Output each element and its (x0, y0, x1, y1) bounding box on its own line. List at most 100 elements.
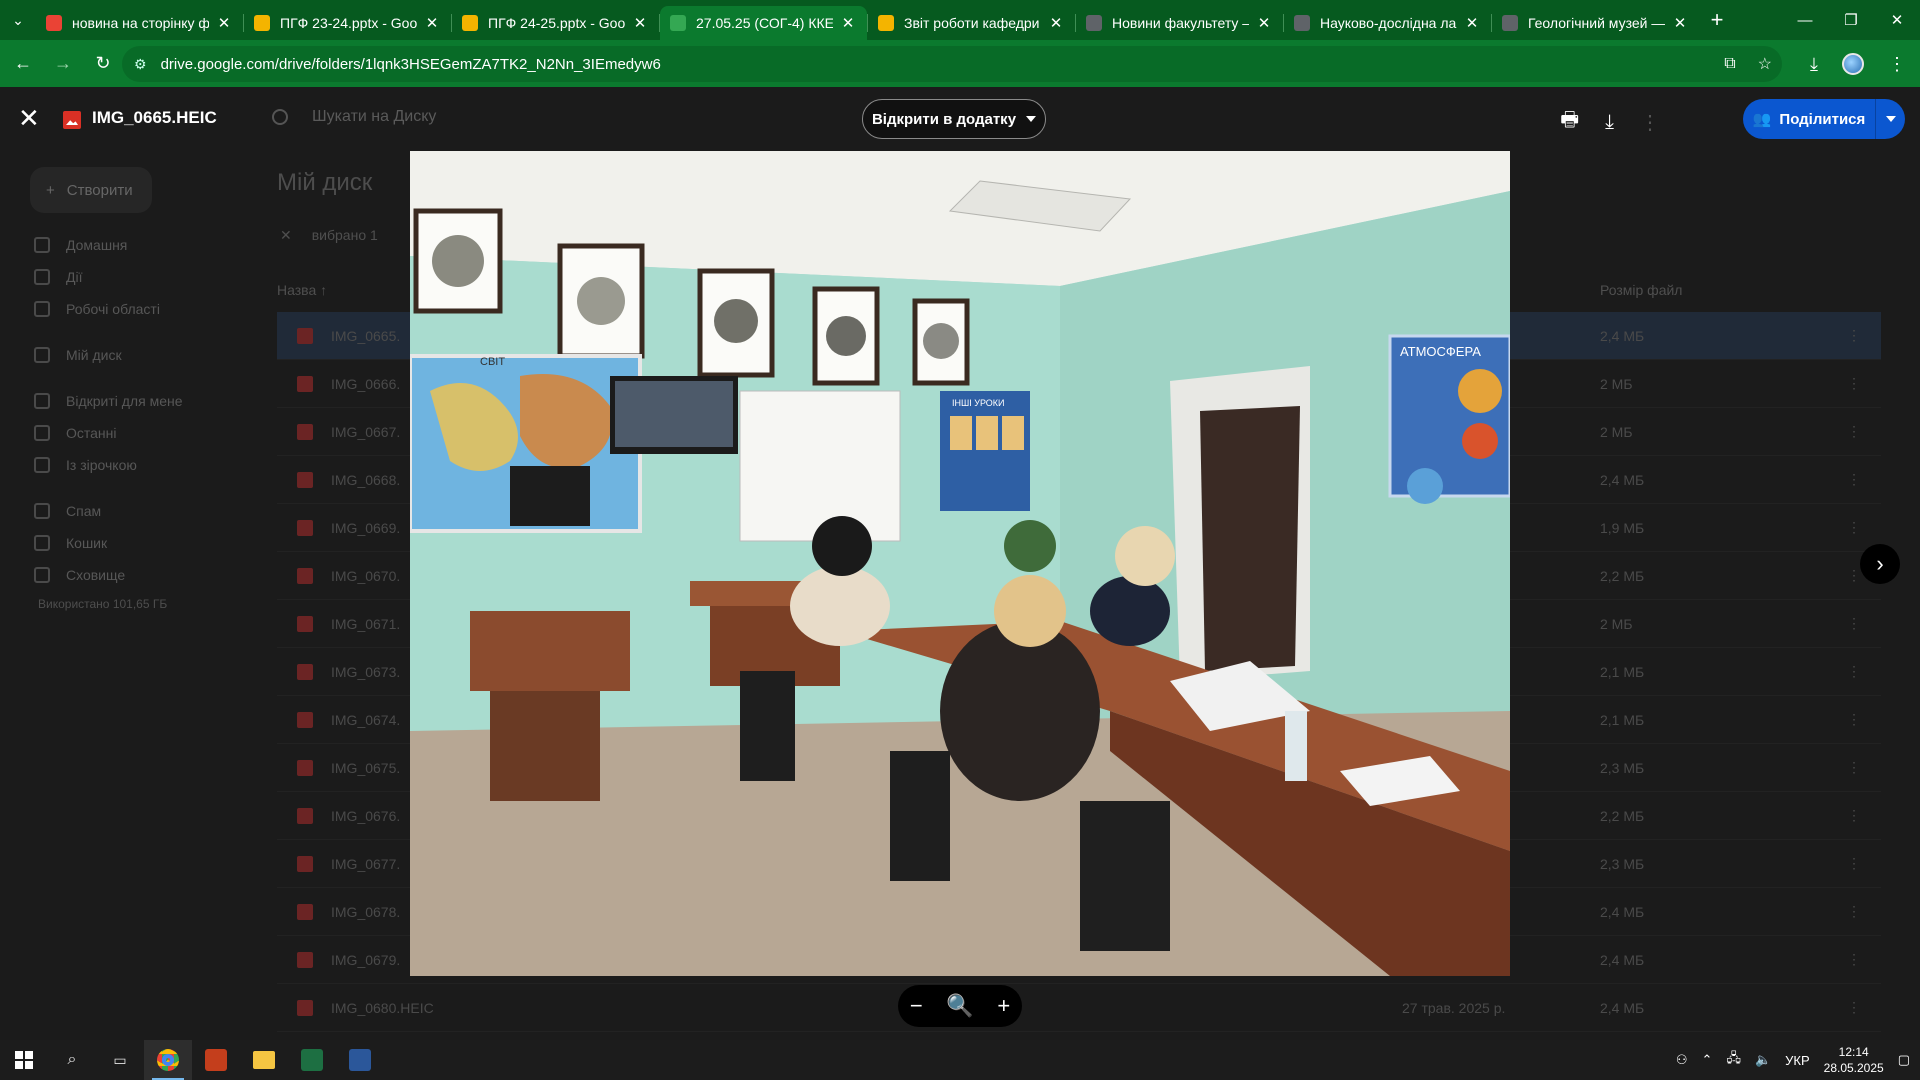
search-input[interactable]: Шукати на Диску (312, 108, 436, 126)
sidebar-item[interactable]: Останні (30, 417, 250, 449)
word-taskbar-icon[interactable] (336, 1040, 384, 1080)
row-more-icon[interactable]: ⋮ (1847, 663, 1861, 680)
search-taskbar-icon[interactable]: ⌕ (48, 1040, 96, 1080)
tab-close-icon[interactable]: ✕ (215, 14, 233, 32)
file-size: 2,2 МБ (1600, 807, 1645, 824)
column-name[interactable]: Назва (277, 282, 316, 298)
file-size: 2,4 МБ (1600, 951, 1645, 968)
powerpoint-taskbar-icon[interactable] (192, 1040, 240, 1080)
row-more-icon[interactable]: ⋮ (1847, 759, 1861, 776)
row-more-icon[interactable]: ⋮ (1847, 375, 1861, 392)
sidebar-item-label: Відкриті для мене (66, 393, 183, 409)
browser-tab[interactable]: Геологічний музей — П ✕ (1492, 6, 1699, 40)
clear-selection-icon[interactable]: ✕ (280, 227, 292, 244)
tab-close-icon[interactable]: ✕ (1463, 14, 1481, 32)
browser-tab[interactable]: Науково-дослідна лабор ✕ (1284, 6, 1491, 40)
tab-close-icon[interactable]: ✕ (1671, 14, 1689, 32)
row-more-icon[interactable]: ⋮ (1847, 519, 1861, 536)
tab-search-chevron-icon[interactable]: ⌄ (0, 0, 36, 40)
browser-tab[interactable]: 27.05.25 (СОГ-4) ККЕ з ге ✕ (660, 6, 867, 40)
row-more-icon[interactable]: ⋮ (1847, 807, 1861, 824)
back-arrow-icon[interactable]: ← (6, 47, 40, 81)
row-more-icon[interactable]: ⋮ (1847, 327, 1861, 344)
zoom-reset-icon[interactable]: 🔍 (946, 993, 973, 1019)
network-icon[interactable]: 🖧 (1726, 1049, 1741, 1071)
browser-menu-icon[interactable]: ⋮ (1888, 54, 1906, 75)
board-label: ІНШІ УРОКИ (952, 398, 1004, 408)
address-bar[interactable]: ⚙ drive.google.com/drive/folders/1lqnk3H… (122, 46, 1782, 82)
file-name: IMG_0671. (331, 615, 401, 632)
volume-icon[interactable]: 🔈 (1755, 1052, 1771, 1068)
chrome-taskbar-icon[interactable] (144, 1040, 192, 1080)
sidebar-item[interactable]: Домашня (30, 229, 250, 261)
print-icon[interactable]: 🖶 (1560, 105, 1579, 139)
minimize-button[interactable]: — (1782, 0, 1828, 40)
tab-close-icon[interactable]: ✕ (423, 14, 441, 32)
sidebar-item-icon (34, 425, 50, 441)
task-view-icon[interactable]: ▭ (96, 1040, 144, 1080)
browser-tab[interactable]: ПГФ 24-25.pptx - Google ✕ (452, 6, 659, 40)
tab-favicon-icon (46, 15, 62, 31)
site-info-icon[interactable]: ⚙ (134, 56, 147, 73)
language-indicator[interactable]: УКР (1785, 1053, 1810, 1068)
browser-tab[interactable]: ПГФ 23-24.pptx - Google ✕ (244, 6, 451, 40)
downloads-icon[interactable]: ⤓ (1810, 54, 1818, 75)
restore-button[interactable]: ❐ (1828, 0, 1874, 40)
row-more-icon[interactable]: ⋮ (1847, 615, 1861, 632)
download-icon[interactable]: ⤓ (1605, 111, 1614, 134)
clock[interactable]: 12:14 28.05.2025 (1824, 1044, 1884, 1076)
browser-tab[interactable]: новина на сторінку факу ✕ (36, 6, 243, 40)
forward-arrow-icon[interactable]: → (46, 47, 80, 81)
sidebar-item[interactable]: Кошик (30, 527, 250, 559)
close-window-button[interactable]: ✕ (1874, 0, 1920, 40)
browser-tab[interactable]: Звіт роботи кафедри за 2 ✕ (868, 6, 1075, 40)
file-explorer-taskbar-icon[interactable] (240, 1040, 288, 1080)
sidebar-item[interactable]: Із зірочкою (30, 449, 250, 481)
profile-avatar[interactable] (1842, 53, 1864, 75)
tab-close-icon[interactable]: ✕ (1047, 14, 1065, 32)
new-tab-button[interactable]: + (1699, 0, 1735, 40)
bookmark-star-icon[interactable]: ☆ (1758, 54, 1772, 74)
row-more-icon[interactable]: ⋮ (1847, 951, 1861, 968)
image-file-icon (297, 663, 313, 680)
chevron-up-icon[interactable]: ⌃ (1702, 1052, 1713, 1068)
windows-taskbar: ⌕ ▭ ⚇ ⌃ 🖧 🔈 УКР 12:14 28.05.2025 ▢ (0, 1040, 1920, 1080)
file-row[interactable]: IMG_0680.HEIC 2,4 МБ ⋮ 27 трав. 2025 р. (277, 984, 1881, 1032)
share-dropdown-button[interactable] (1875, 99, 1905, 139)
sidebar-item[interactable]: Дії (30, 261, 250, 293)
create-button[interactable]: + Створити (30, 167, 152, 213)
sidebar-item[interactable]: Робочі області (30, 293, 250, 325)
row-more-icon[interactable]: ⋮ (1847, 711, 1861, 728)
row-more-icon[interactable]: ⋮ (1847, 855, 1861, 872)
install-app-icon[interactable]: ⧉ (1724, 55, 1735, 73)
open-with-button[interactable]: Відкрити в додатку (862, 99, 1046, 139)
sidebar-item[interactable]: Відкриті для мене (30, 385, 250, 417)
row-more-icon[interactable]: ⋮ (1847, 567, 1861, 584)
tab-close-icon[interactable]: ✕ (839, 14, 857, 32)
tab-title: Звіт роботи кафедри за 2 (904, 15, 1041, 31)
reload-icon[interactable]: ↻ (86, 47, 120, 81)
people-icon[interactable]: ⚇ (1676, 1052, 1688, 1068)
row-more-icon[interactable]: ⋮ (1847, 423, 1861, 440)
row-more-icon[interactable]: ⋮ (1847, 999, 1861, 1016)
sidebar-item[interactable]: Сховище (30, 559, 250, 591)
zoom-in-button[interactable]: + (997, 993, 1010, 1019)
excel-taskbar-icon[interactable] (288, 1040, 336, 1080)
column-size[interactable]: Розмір файл (1600, 282, 1682, 298)
notifications-icon[interactable]: ▢ (1898, 1052, 1910, 1068)
more-actions-icon[interactable]: ⋮ (1640, 110, 1660, 135)
share-button[interactable]: 👥 Поділитися (1743, 99, 1905, 139)
sidebar-item[interactable]: Спам (30, 495, 250, 527)
zoom-out-button[interactable]: − (910, 993, 923, 1019)
tab-close-icon[interactable]: ✕ (631, 14, 649, 32)
row-more-icon[interactable]: ⋮ (1847, 903, 1861, 920)
add-person-icon: 👥 (1752, 111, 1772, 128)
start-button[interactable] (0, 1040, 48, 1080)
next-image-button[interactable]: › (1860, 544, 1900, 584)
browser-tab[interactable]: Новини факультету — П ✕ (1076, 6, 1283, 40)
row-more-icon[interactable]: ⋮ (1847, 471, 1861, 488)
sort-arrow-icon[interactable]: ↑ (320, 282, 327, 298)
tab-close-icon[interactable]: ✕ (1255, 14, 1273, 32)
sidebar-item[interactable]: Мій диск (30, 339, 250, 371)
close-viewer-icon[interactable]: ✕ (18, 105, 40, 131)
